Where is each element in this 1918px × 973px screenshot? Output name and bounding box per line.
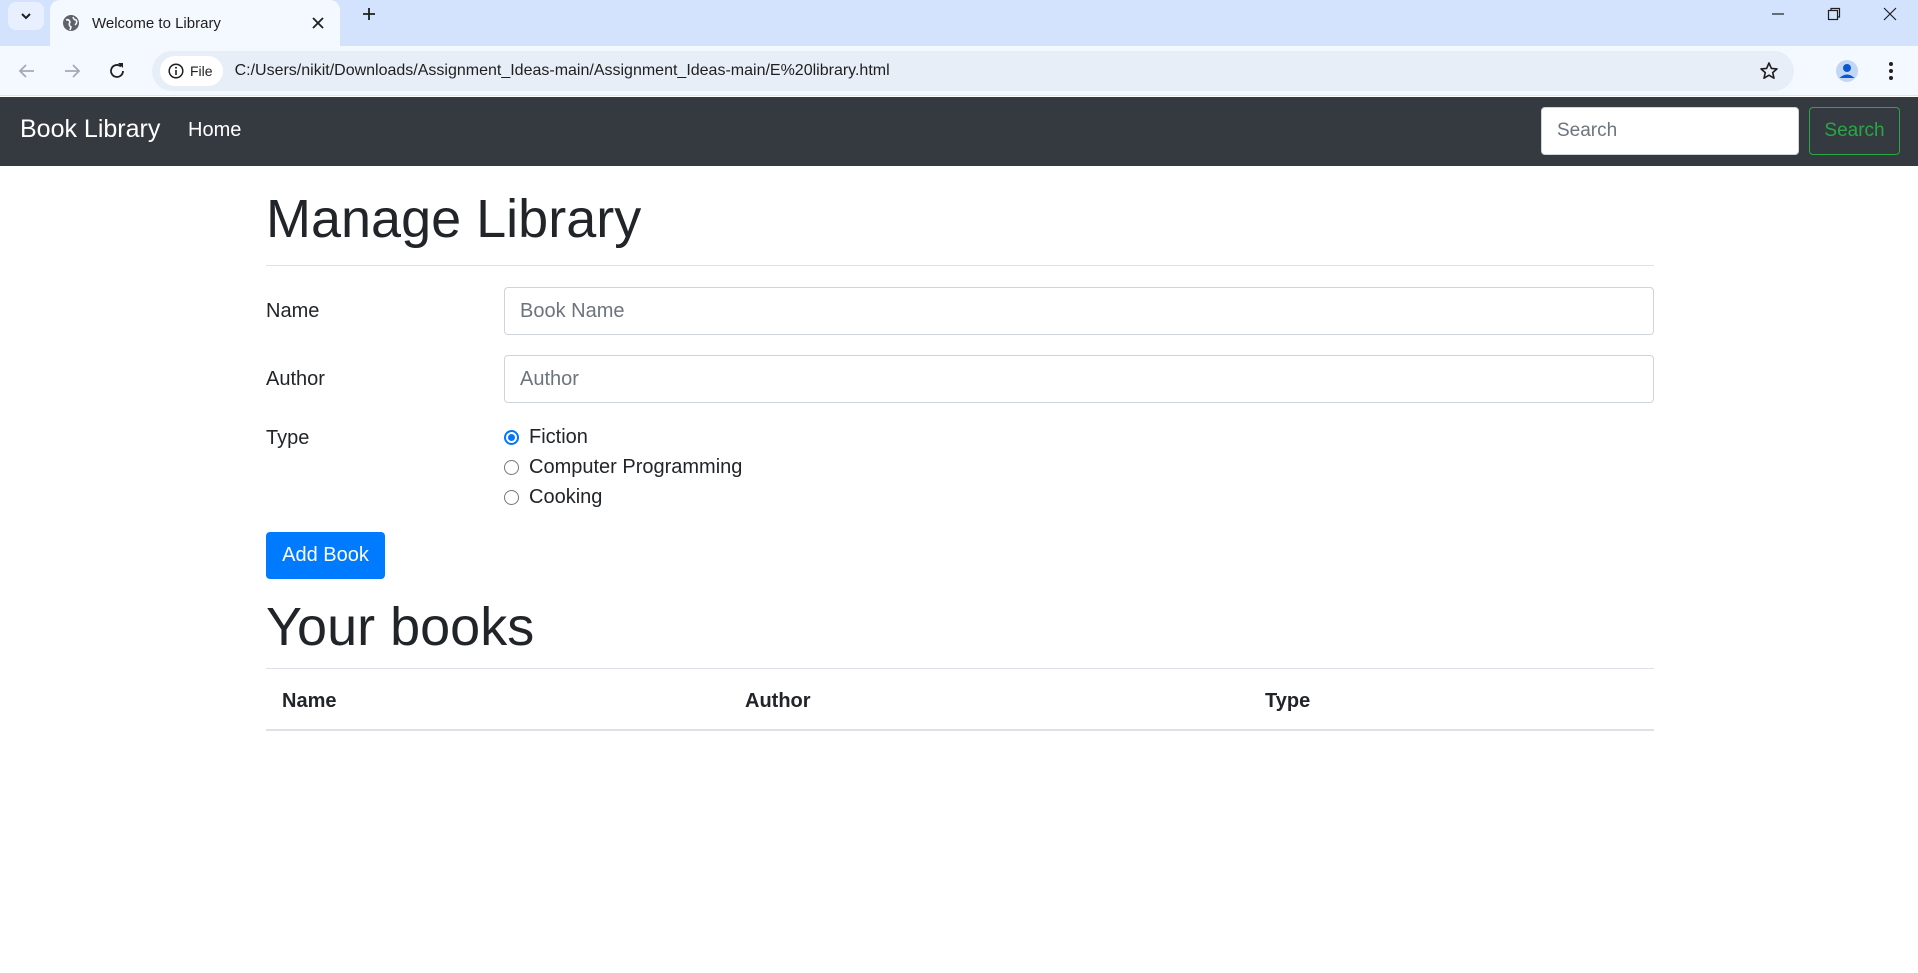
radio-option-fiction[interactable]: Fiction	[504, 423, 588, 451]
book-name-input[interactable]	[504, 287, 1654, 335]
add-book-button[interactable]: Add Book	[266, 532, 385, 579]
browser-tabstrip: Welcome to Library	[0, 0, 1918, 46]
table-header-type: Type	[1265, 690, 1311, 712]
type-label: Type	[266, 427, 310, 449]
navbar-brand[interactable]: Book Library	[20, 115, 160, 144]
plus-icon	[363, 8, 375, 20]
title-divider	[266, 265, 1654, 266]
bookmark-button[interactable]	[1752, 54, 1786, 88]
avatar-icon	[1836, 60, 1858, 82]
books-section-title: Your books	[266, 597, 535, 657]
site-info-chip[interactable]: File	[160, 56, 223, 86]
tab-title: Welcome to Library	[92, 14, 221, 32]
arrow-left-icon	[18, 64, 34, 78]
radio-label-programming[interactable]: Computer Programming	[529, 456, 742, 479]
radio-option-cooking[interactable]: Cooking	[504, 483, 602, 511]
radio-label-cooking[interactable]: Cooking	[529, 486, 602, 509]
reload-icon	[110, 63, 124, 78]
browser-menu-button[interactable]	[1874, 54, 1908, 88]
browser-toolbar: File C:/Users/nikit/Downloads/Assignment…	[0, 46, 1918, 96]
chevron-down-icon	[21, 13, 31, 20]
nav-link-home[interactable]: Home	[188, 119, 241, 142]
kebab-menu-icon	[1889, 62, 1893, 80]
radio-label-fiction[interactable]: Fiction	[529, 426, 588, 449]
tab-search-button[interactable]	[8, 2, 44, 30]
radio-dot	[508, 433, 515, 441]
url-text[interactable]: C:/Users/nikit/Downloads/Assignment_Idea…	[235, 62, 1752, 80]
site-navbar: Book Library Home Search	[0, 97, 1918, 166]
radio-option-programming[interactable]: Computer Programming	[504, 453, 742, 481]
radio-button-checked[interactable]	[504, 429, 519, 445]
table-header-author: Author	[745, 690, 811, 712]
star-icon	[1760, 62, 1778, 79]
page-title: Manage Library	[266, 189, 642, 249]
address-bar[interactable]: File C:/Users/nikit/Downloads/Assignment…	[152, 51, 1794, 91]
restore-icon	[1827, 7, 1841, 21]
navbar-search-button[interactable]: Search	[1809, 107, 1900, 155]
name-label: Name	[266, 300, 320, 322]
reload-button[interactable]	[100, 54, 134, 88]
close-icon[interactable]	[304, 9, 332, 37]
back-button[interactable]	[10, 54, 44, 88]
forward-button[interactable]	[55, 54, 89, 88]
table-top-border	[266, 668, 1654, 669]
minimize-icon	[1772, 13, 1784, 15]
author-input[interactable]	[504, 355, 1654, 403]
restore-button[interactable]	[1806, 0, 1862, 28]
arrow-right-icon	[65, 64, 81, 78]
table-header-name: Name	[282, 690, 337, 712]
info-icon	[168, 63, 184, 79]
window-close-button[interactable]	[1862, 0, 1918, 28]
browser-tab-active[interactable]: Welcome to Library	[50, 0, 340, 46]
close-icon	[1883, 7, 1897, 21]
profile-button[interactable]	[1830, 54, 1864, 88]
radio-button[interactable]	[504, 489, 519, 505]
globe-icon	[62, 14, 80, 32]
navbar-search-input[interactable]	[1541, 107, 1799, 155]
radio-button[interactable]	[504, 459, 519, 475]
table-header-border	[266, 729, 1654, 731]
new-tab-button[interactable]	[352, 0, 386, 28]
author-label: Author	[266, 368, 325, 390]
minimize-button[interactable]	[1750, 0, 1806, 28]
site-chip-label: File	[190, 63, 213, 79]
